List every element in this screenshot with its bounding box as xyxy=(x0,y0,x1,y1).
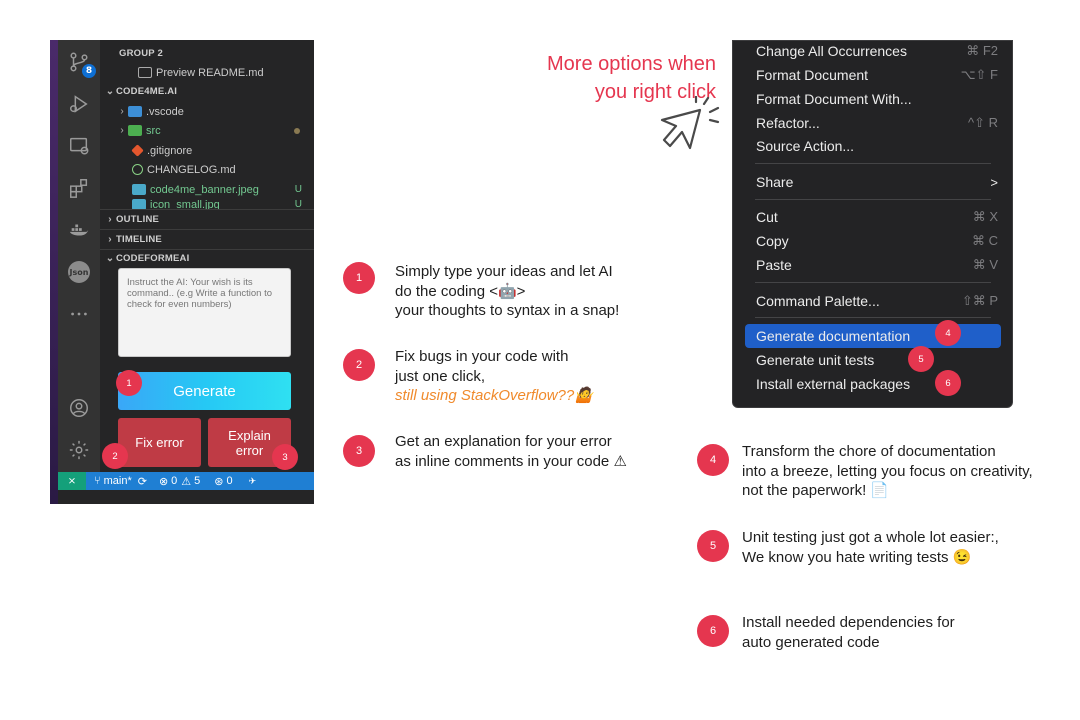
chevron-right-icon: › xyxy=(108,234,112,245)
chevron-right-icon: › xyxy=(108,214,112,225)
callout-text-3: Get an explanation for your error as inl… xyxy=(395,433,627,470)
chevron-down-icon: ⌄ xyxy=(105,253,115,264)
menu-item-copy[interactable]: Copy ⌘ C xyxy=(733,229,1012,253)
shortcut: ⌥⇧ F xyxy=(960,67,998,82)
error-count-icon: ⊗ xyxy=(158,475,169,488)
warning-count-icon: ⚠ xyxy=(181,475,192,488)
error-count[interactable]: 0 xyxy=(171,475,177,487)
callout-badge-1: 1 xyxy=(343,262,375,294)
group-title: GROUP 2 xyxy=(119,48,163,59)
folder-icon xyxy=(128,125,142,136)
step-badge-6: 6 xyxy=(935,370,961,396)
step-badge-2: 2 xyxy=(102,443,128,469)
status-bar: ⨯ ⑂ main* ⟳ ⊗ 0 ⚠ 5 ⊛ 0 ✈ xyxy=(58,472,314,490)
sync-icon[interactable]: ⟳ xyxy=(138,475,147,488)
tree-item-src[interactable]: › src xyxy=(100,121,314,140)
shortcut: ⌘ F2 xyxy=(966,43,998,58)
preview-icon xyxy=(138,67,152,78)
history-icon xyxy=(132,164,143,175)
callout-badge-6: 6 xyxy=(697,615,729,647)
run-debug-icon[interactable] xyxy=(58,88,100,120)
callout-badge-4: 4 xyxy=(697,444,729,476)
generate-button[interactable]: Generate xyxy=(118,372,291,410)
docker-icon[interactable] xyxy=(58,214,100,246)
chevron-down-icon: ⌄ xyxy=(105,86,115,97)
menu-item-format-document-with[interactable]: Format Document With... xyxy=(733,87,1012,111)
menu-separator xyxy=(755,163,991,164)
folder-icon xyxy=(128,106,142,117)
settings-gear-icon[interactable] xyxy=(58,434,100,466)
callout-text-6: Install needed dependencies for auto gen… xyxy=(742,614,955,651)
modified-dot xyxy=(294,127,300,134)
tree-item-changelog[interactable]: CHANGELOG.md xyxy=(100,160,314,179)
ports-icon: ⊛ xyxy=(214,475,224,488)
shortcut: ⌘ X xyxy=(972,209,998,224)
callout-text-2: Fix bugs in your code with just one clic… xyxy=(395,348,593,404)
callout-badge-3: 3 xyxy=(343,435,375,467)
shortcut: ⌘ C xyxy=(972,233,998,248)
tree-item-vscode[interactable]: › .vscode xyxy=(100,102,314,121)
callout-text-5: Unit testing just got a whole lot easier… xyxy=(742,529,999,566)
tree-item-banner[interactable]: code4me_banner.jpeg U xyxy=(100,180,314,199)
git-icon xyxy=(131,144,144,157)
menu-separator xyxy=(755,199,991,200)
project-section-header[interactable]: ⌄ CODE4ME.AI xyxy=(100,82,314,101)
remote-icon[interactable]: ⨯ xyxy=(58,472,86,490)
image-file-icon xyxy=(132,199,146,209)
menu-separator xyxy=(755,282,991,283)
fix-error-button[interactable]: Fix error xyxy=(118,418,201,467)
shortcut: ⇧⌘ P xyxy=(961,293,998,308)
menu-item-install-external-packages[interactable]: Install external packages xyxy=(733,372,1012,396)
source-control-badge: 8 xyxy=(82,64,96,78)
menu-item-format-document[interactable]: Format Document ⌥⇧ F xyxy=(733,63,1012,87)
menu-item-command-palette[interactable]: Command Palette... ⇧⌘ P xyxy=(733,289,1012,313)
account-icon[interactable] xyxy=(58,392,100,424)
more-icon[interactable] xyxy=(58,298,100,330)
branch-name[interactable]: main* xyxy=(104,475,132,487)
callout-badge-2: 2 xyxy=(343,349,375,381)
callout-text-1: Simply type your ideas and let AI do the… xyxy=(395,263,620,319)
shortcut: ^⇧ R xyxy=(968,115,998,130)
menu-item-source-action[interactable]: Source Action... xyxy=(733,134,1012,158)
source-control-icon[interactable]: 8 xyxy=(58,46,100,78)
click-cursor-icon xyxy=(660,96,720,150)
prompt-input[interactable]: Instruct the AI: Your wish is its comman… xyxy=(118,268,291,357)
json-extension-icon[interactable]: Json xyxy=(58,256,100,288)
chevron-right-icon: > xyxy=(990,174,998,190)
step-badge-5: 5 xyxy=(908,346,934,372)
warning-count[interactable]: 5 xyxy=(194,475,200,487)
branch-icon: ⑂ xyxy=(94,475,101,487)
step-badge-1: 1 xyxy=(116,370,142,396)
ports-count[interactable]: 0 xyxy=(227,475,233,487)
outline-section-header[interactable]: › OUTLINE xyxy=(100,210,314,229)
step-badge-3: 3 xyxy=(272,444,298,470)
callout-text-4: Transform the chore of documentation int… xyxy=(742,443,1033,499)
menu-item-change-all-occurrences[interactable]: Change All Occurrences ⌘ F2 xyxy=(733,41,1012,63)
chevron-right-icon: › xyxy=(120,106,124,117)
menu-item-generate-unit-tests[interactable]: Generate unit tests xyxy=(733,348,1012,372)
codeformeai-section-header[interactable]: ⌄ CODEFORMEAI xyxy=(100,249,314,268)
callout-badge-5: 5 xyxy=(697,530,729,562)
activity-bar: 8 Json xyxy=(58,40,100,472)
timeline-section-header[interactable]: › TIMELINE xyxy=(100,230,314,249)
chevron-right-icon: › xyxy=(120,125,124,136)
preview-readme-item[interactable]: Preview README.md xyxy=(100,63,314,82)
image-file-icon xyxy=(132,184,146,195)
extensions-icon[interactable] xyxy=(58,172,100,204)
shortcut: ⌘ V xyxy=(972,257,998,272)
context-menu: Change All Occurrences ⌘ F2 Format Docume… xyxy=(732,40,1013,408)
menu-item-generate-documentation[interactable]: Generate documentation xyxy=(745,324,1001,348)
menu-separator xyxy=(755,317,991,318)
tree-item-gitignore[interactable]: .gitignore xyxy=(100,141,314,160)
remote-explorer-icon[interactable] xyxy=(58,130,100,162)
menu-item-cut[interactable]: Cut ⌘ X xyxy=(733,205,1012,229)
step-badge-4: 4 xyxy=(935,320,961,346)
feedback-icon[interactable]: ✈ xyxy=(249,476,257,487)
menu-item-share[interactable]: Share > xyxy=(733,170,1012,194)
menu-item-paste[interactable]: Paste ⌘ V xyxy=(733,253,1012,277)
tree-item-icon-small[interactable]: icon_small.jpg U xyxy=(100,199,314,209)
menu-item-refactor[interactable]: Refactor... ^⇧ R xyxy=(733,111,1012,135)
vscode-window: 8 Json GROUP 2 Preview README.md ⌄ CODE4… xyxy=(50,40,314,504)
